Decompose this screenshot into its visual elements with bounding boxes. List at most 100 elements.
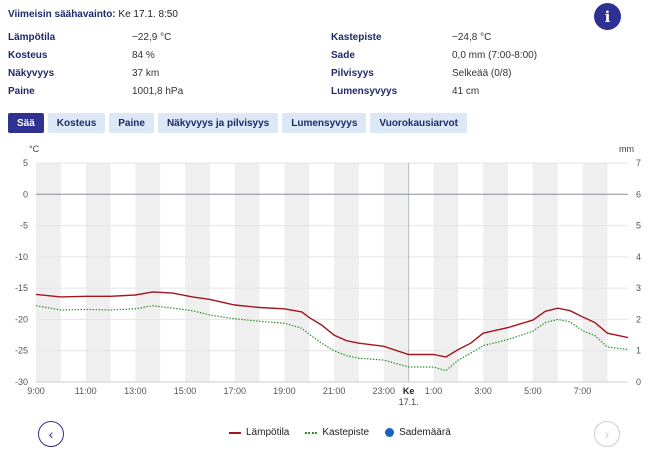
info-icon: i <box>604 7 611 26</box>
obs-label: Näkyvyys <box>8 68 55 79</box>
legend-swatch <box>305 431 318 434</box>
day-label-weekday: Ke <box>403 386 415 396</box>
shade-band <box>483 163 509 382</box>
obs-value: 84 % <box>132 50 155 61</box>
obs-pressure: Paine 1001,8 hPa <box>8 85 308 99</box>
obs-value: −24,8 °C <box>452 32 492 43</box>
y-left-unit: °C <box>29 144 40 154</box>
chart-legend: Lämpötila Kastepiste Sademäärä <box>229 427 451 438</box>
x-tick-label: 13:00 <box>124 386 147 396</box>
x-tick-label: 9:00 <box>27 386 45 396</box>
y-right-tick-label: 3 <box>636 283 641 293</box>
obs-cloudiness: Pilvisyys Selkeää (0/8) <box>331 67 631 81</box>
y-right-tick-label: 1 <box>636 346 641 356</box>
x-tick-label: 19:00 <box>273 386 296 396</box>
y-right-tick-label: 5 <box>636 221 641 231</box>
observations-left: Lämpötila −22,9 °C Kosteus 84 % Näkyvyys… <box>8 31 308 101</box>
x-tick-label: 11:00 <box>75 386 97 396</box>
chevron-left-icon: ‹ <box>48 426 54 442</box>
next-button[interactable]: › <box>594 421 620 447</box>
shade-band <box>234 163 260 382</box>
x-tick-label: 23:00 <box>373 386 396 396</box>
shade-band <box>582 163 608 382</box>
shade-band <box>36 163 61 382</box>
obs-value: 37 km <box>132 68 160 79</box>
y-right-tick-label: 7 <box>636 158 641 168</box>
legend-label: Lämpötila <box>246 427 290 438</box>
y-right-tick-label: 6 <box>636 189 641 199</box>
obs-snow-depth: Lumensyvyys 41 cm <box>331 85 631 99</box>
day-label-date: 17.1. <box>399 397 419 407</box>
x-tick-label: 1:00 <box>425 386 443 396</box>
x-tick-label: 5:00 <box>524 386 542 396</box>
shade-band <box>284 163 310 382</box>
shade-band <box>85 163 111 382</box>
previous-button[interactable]: ‹ <box>38 421 64 447</box>
legend-item-precipitation[interactable]: Sademäärä <box>385 427 451 438</box>
tab-daily-values[interactable]: Vuorokausiarvot <box>370 113 467 133</box>
obs-label: Sade <box>331 50 355 61</box>
legend-swatch <box>229 431 241 434</box>
y-left-tick-label: -20 <box>15 314 28 324</box>
x-tick-label: 15:00 <box>174 386 197 396</box>
latest-observation-label: Viimeisin säähavainto: <box>8 9 116 20</box>
obs-label: Lumensyvyys <box>331 86 398 97</box>
shade-band <box>334 163 359 382</box>
chart-tabs: Sää Kosteus Paine Näkyvyys ja pilvisyys … <box>8 113 467 133</box>
tab-visibility-cloudiness[interactable]: Näkyvyys ja pilvisyys <box>157 113 279 133</box>
y-left-tick-label: 5 <box>23 158 28 168</box>
obs-dewpoint: Kastepiste −24,8 °C <box>331 31 631 45</box>
legend-item-dewpoint[interactable]: Kastepiste <box>305 427 369 438</box>
obs-precipitation: Sade 0,0 mm (7:00-8:00) <box>331 49 631 63</box>
y-left-tick-label: -5 <box>20 221 28 231</box>
y-right-tick-label: 2 <box>636 314 641 324</box>
y-left-tick-label: -25 <box>15 346 28 356</box>
obs-label: Paine <box>8 86 35 97</box>
obs-value: 41 cm <box>452 86 480 97</box>
x-tick-label: 17:00 <box>223 386 246 396</box>
y-left-tick-label: -10 <box>15 252 28 262</box>
night-bands <box>36 163 608 382</box>
obs-label: Pilvisyys <box>331 68 374 79</box>
obs-value: Selkeää (0/8) <box>452 68 512 79</box>
y-right-ticks: 7 6 5 4 3 2 1 0 <box>636 158 641 387</box>
y-left-tick-label: -30 <box>15 377 28 387</box>
obs-value: −22,9 °C <box>132 32 172 43</box>
y-right-tick-label: 4 <box>636 252 641 262</box>
obs-value: 1001,8 hPa <box>132 86 184 97</box>
x-tick-label: 3:00 <box>474 386 492 396</box>
obs-label: Kosteus <box>8 50 48 61</box>
y-left-tick-label: -15 <box>15 283 28 293</box>
legend-item-temperature[interactable]: Lämpötila <box>229 427 289 438</box>
tab-humidity[interactable]: Kosteus <box>47 113 106 133</box>
obs-visibility: Näkyvyys 37 km <box>8 67 308 81</box>
y-left-tick-label: 0 <box>23 189 28 199</box>
x-tick-label: 7:00 <box>574 386 592 396</box>
observations-right: Kastepiste −24,8 °C Sade 0,0 mm (7:00-8:… <box>331 31 631 101</box>
y-left-ticks: 5 0 -5 -10 -15 -20 -25 -30 <box>15 158 28 387</box>
obs-label: Lämpötila <box>8 32 56 43</box>
tab-snow-depth[interactable]: Lumensyvyys <box>282 113 367 133</box>
shade-band <box>433 163 459 382</box>
y-right-unit: mm <box>619 144 634 154</box>
x-tick-label: 21:00 <box>323 386 346 396</box>
shade-band <box>185 163 210 382</box>
obs-label: Kastepiste <box>331 32 382 43</box>
x-ticks: 9:00 11:00 13:00 15:00 17:00 19:00 21:00 23:00 1… <box>27 386 591 396</box>
obs-humidity: Kosteus 84 % <box>8 49 308 63</box>
latest-observation-time: Ke 17.1. 8:50 <box>118 9 178 20</box>
shade-band <box>383 163 409 382</box>
tab-weather[interactable]: Sää <box>8 113 44 133</box>
info-button[interactable]: i <box>594 3 621 30</box>
tab-pressure[interactable]: Paine <box>109 113 154 133</box>
legend-label: Sademäärä <box>399 427 451 438</box>
weather-chart: °C mm 5 0 -5 -10 -15 -20 -25 -30 7 6 5 4 3 2 1 0 9:00 1… <box>15 144 641 407</box>
chevron-right-icon: › <box>604 426 610 442</box>
legend-label: Kastepiste <box>322 427 370 438</box>
y-right-tick-label: 0 <box>636 377 641 387</box>
shade-band <box>532 163 558 382</box>
obs-temperature: Lämpötila −22,9 °C <box>8 31 308 45</box>
latest-observation: Viimeisin säähavainto: Ke 17.1. 8:50 <box>8 9 178 20</box>
shade-band <box>135 163 161 382</box>
legend-swatch <box>385 428 395 437</box>
